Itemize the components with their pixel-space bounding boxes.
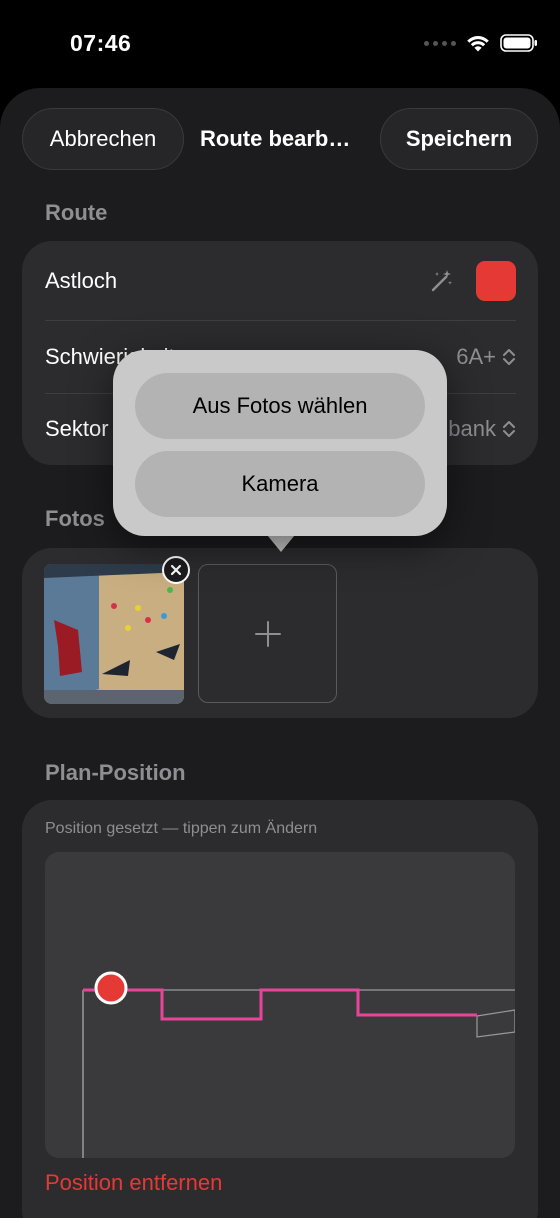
plan-position-card: Position gesetzt — tippen zum Ändern Pos… (22, 800, 538, 1218)
position-marker[interactable] (94, 971, 128, 1005)
camera-button[interactable]: Kamera (135, 451, 425, 517)
remove-photo-button[interactable] (162, 556, 190, 584)
choose-from-photos-button[interactable]: Aus Fotos wählen (135, 373, 425, 439)
save-button[interactable]: Speichern (380, 108, 538, 170)
section-label-plan-position: Plan-Position (45, 760, 186, 785)
photos-card (22, 548, 538, 718)
close-icon (170, 564, 182, 576)
photo-source-popover: Aus Fotos wählen Kamera (113, 350, 447, 536)
plus-icon (254, 620, 281, 647)
section-label-photos: Fotos (45, 506, 105, 531)
chevron-up-down-icon (503, 349, 515, 365)
sector-value[interactable]: bank (448, 416, 496, 442)
plan-canvas[interactable] (45, 852, 515, 1158)
floor-plan (82, 988, 515, 1158)
status-icons (424, 34, 538, 52)
chevron-up-down-icon (503, 421, 515, 437)
climbing-wall-photo (44, 564, 184, 704)
magic-wand-icon[interactable] (428, 268, 454, 294)
cancel-button[interactable]: Abbrechen (22, 108, 184, 170)
difficulty-value[interactable]: 6A+ (456, 344, 496, 370)
status-time: 07:46 (70, 30, 132, 56)
photo-thumbnail[interactable] (44, 564, 184, 704)
cellular-signal-icon (424, 40, 456, 46)
section-label-route: Route (45, 200, 108, 225)
status-bar: 07:46 (0, 0, 560, 90)
battery-icon (500, 34, 537, 52)
remove-position-button[interactable]: Position entfernen (45, 1170, 222, 1196)
route-name-row[interactable]: Astloch (45, 245, 516, 317)
edit-route-sheet: Abbrechen Route bearb… Speichern Route A… (0, 88, 560, 1218)
plan-hint: Position gesetzt — tippen zum Ändern (45, 820, 318, 837)
route-name[interactable]: Astloch (45, 268, 117, 294)
wifi-icon (467, 36, 489, 52)
add-photo-button[interactable] (198, 564, 337, 703)
route-color-swatch[interactable] (476, 261, 516, 301)
page-title: Route bearb… (200, 126, 351, 151)
sector-label: Sektor (45, 416, 109, 441)
